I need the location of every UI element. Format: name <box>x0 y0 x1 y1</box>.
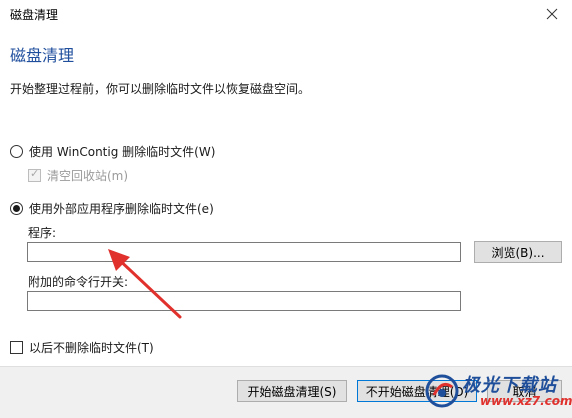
program-input[interactable] <box>27 242 461 262</box>
args-input[interactable] <box>27 291 461 311</box>
radio-external-label: 使用外部应用程序删除临时文件(e) <box>29 202 214 216</box>
radio-wincontig-label: 使用 WinContig 删除临时文件(W) <box>29 145 216 159</box>
window-title: 磁盘清理 <box>10 8 59 22</box>
radio-wincontig-indicator[interactable] <box>10 145 23 158</box>
checkbox-dont-delete-label: 以后不删除临时文件(T) <box>29 341 154 355</box>
close-button[interactable] <box>532 0 572 28</box>
radio-wincontig[interactable]: 使用 WinContig 删除临时文件(W) <box>10 143 215 160</box>
checkbox-recycle-indicator <box>28 167 41 182</box>
checkbox-recycle: 清空回收站(m) <box>28 167 128 184</box>
cancel-button[interactable]: 取消 <box>487 380 562 402</box>
radio-external[interactable]: 使用外部应用程序删除临时文件(e) <box>10 200 214 217</box>
radio-external-indicator[interactable] <box>10 202 23 215</box>
checkbox-recycle-label: 清空回收站(m) <box>47 169 129 183</box>
red-arrow-annotation <box>108 249 182 319</box>
checkbox-dont-delete[interactable]: 以后不删除临时文件(T) <box>10 339 154 356</box>
no-cleanup-button[interactable]: 不开始磁盘清理(D) <box>357 380 477 402</box>
start-cleanup-button[interactable]: 开始磁盘清理(S) <box>237 380 347 402</box>
dialog-description: 开始整理过程前，你可以删除临时文件以恢复磁盘空间。 <box>10 82 311 96</box>
program-label: 程序: <box>28 226 57 240</box>
checkbox-dont-delete-indicator[interactable] <box>10 341 23 354</box>
browse-button[interactable]: 浏览(B)... <box>474 241 562 263</box>
dialog-heading: 磁盘清理 <box>10 46 75 65</box>
close-icon <box>546 8 558 20</box>
title-bar: 磁盘清理 <box>0 0 572 28</box>
